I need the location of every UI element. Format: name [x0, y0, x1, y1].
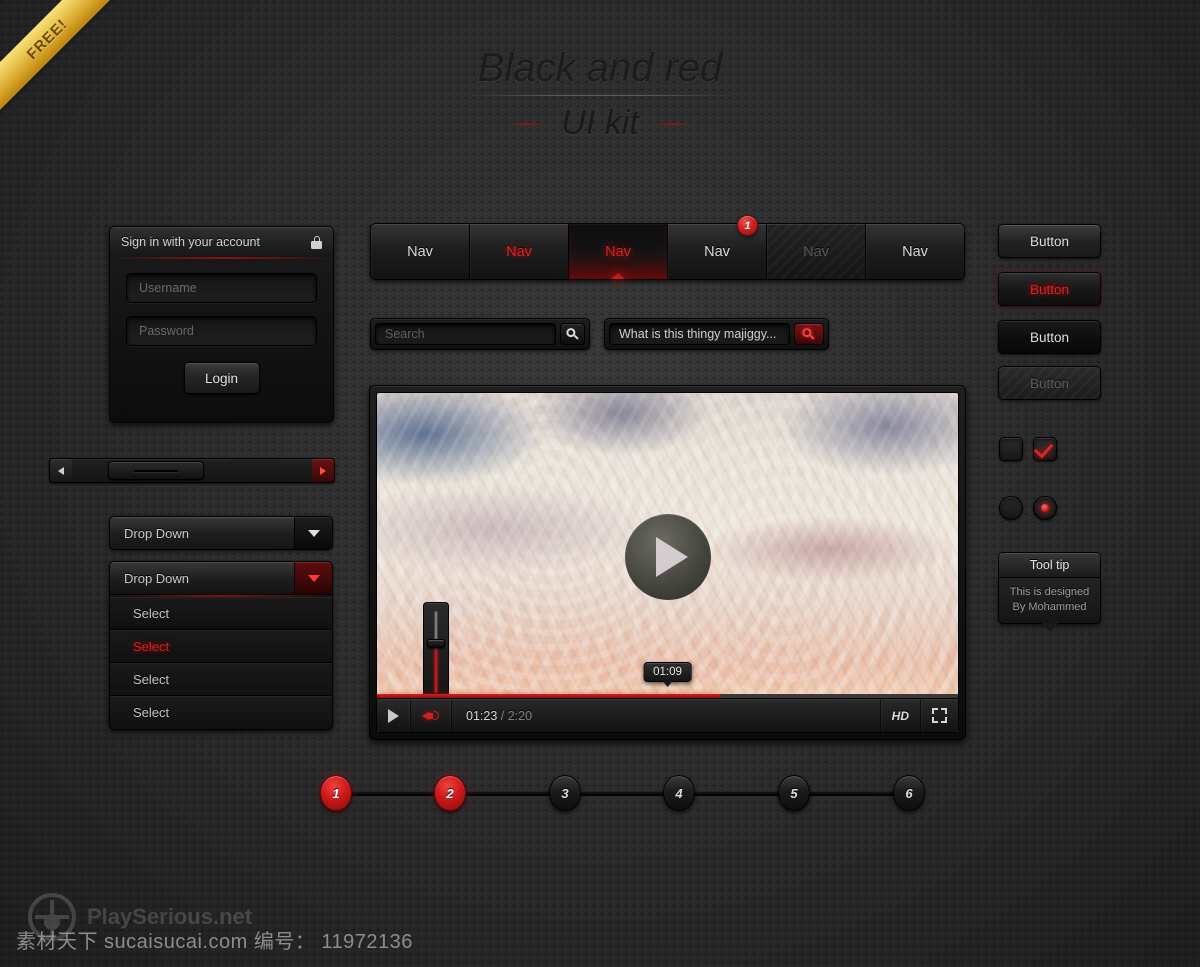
checkbox-unchecked[interactable]	[999, 437, 1023, 461]
search-icon	[563, 324, 583, 344]
button-normal[interactable]: Button	[998, 224, 1101, 258]
search-input[interactable]	[375, 323, 556, 345]
scrollbar-track[interactable]	[72, 459, 312, 482]
play-icon	[388, 708, 399, 723]
step-progress: 1 2 3 4 5 6	[320, 775, 925, 811]
search-input-filled[interactable]	[609, 323, 790, 345]
login-panel-header: Sign in with your account	[110, 227, 333, 259]
step-track	[338, 791, 907, 796]
volume-slider[interactable]	[423, 602, 449, 698]
button-disabled: Button	[998, 366, 1101, 400]
nav-tab-6[interactable]: Nav	[866, 224, 964, 279]
play-icon	[656, 537, 688, 578]
time-separator: /	[497, 708, 508, 723]
horizontal-scrollbar[interactable]	[49, 458, 335, 483]
player-control-bar: 01:23 / 2:20 HD	[377, 698, 958, 732]
search-icon	[799, 324, 819, 344]
radio-unselected[interactable]	[999, 496, 1023, 520]
search-button-active[interactable]	[794, 323, 824, 345]
tooltip-line-2: By Mohammed	[1012, 601, 1087, 613]
tooltip: Tool tip This is designed By Mohammed	[998, 552, 1101, 624]
title-divider	[465, 95, 735, 96]
dropdown-option-list: Select Select Select Select	[109, 595, 333, 730]
username-input[interactable]	[126, 273, 317, 303]
step-2[interactable]: 2	[434, 775, 466, 811]
step-1[interactable]: 1	[320, 775, 352, 811]
search-button[interactable]	[560, 323, 585, 345]
nav-badge: 1	[737, 215, 758, 236]
login-button[interactable]: Login	[183, 362, 260, 394]
scrollbar-left-button[interactable]	[50, 459, 72, 482]
nav-tab-bar: Nav Nav Nav Nav 1 Nav Nav	[370, 215, 965, 280]
radio-selected[interactable]	[1033, 496, 1057, 520]
scrollbar-right-button[interactable]	[312, 459, 334, 482]
nav-tab-2[interactable]: Nav	[470, 224, 569, 279]
radio-dot-icon	[1041, 504, 1049, 512]
list-item[interactable]: Select	[110, 630, 332, 663]
checkbox-checked[interactable]	[1033, 437, 1057, 461]
volume-track-filled	[434, 647, 438, 693]
step-5[interactable]: 5	[778, 775, 810, 811]
volume-slider-handle[interactable]	[427, 639, 445, 648]
volume-button[interactable]	[411, 699, 452, 732]
scrollbar-thumb[interactable]	[108, 461, 204, 480]
nav-tab-1[interactable]: Nav	[371, 224, 470, 279]
step-3[interactable]: 3	[549, 775, 581, 811]
nav-tab-4[interactable]: Nav 1	[668, 215, 767, 279]
title-main: Black and red	[477, 46, 723, 90]
tooltip-title: Tool tip	[998, 552, 1101, 578]
nav-tab-5-disabled: Nav	[767, 224, 866, 279]
password-input[interactable]	[126, 316, 317, 346]
search-box-filled	[604, 318, 829, 350]
nav-tab-3-active[interactable]: Nav	[569, 224, 668, 279]
button-red[interactable]: Button	[998, 272, 1101, 306]
dropdown-closed-toggle[interactable]	[294, 517, 332, 549]
title-dash-right	[656, 122, 689, 125]
button-dark[interactable]: Button	[998, 320, 1101, 354]
video-player: 01:09 01:23 / 2:20 HD	[369, 385, 966, 740]
dropdown-closed[interactable]: Drop Down	[109, 516, 333, 550]
seek-time-tooltip: 01:09	[643, 662, 692, 682]
step-6[interactable]: 6	[893, 775, 925, 811]
dropdown-open[interactable]: Drop Down	[109, 561, 333, 595]
lock-icon	[311, 235, 322, 249]
fullscreen-button[interactable]	[920, 699, 958, 732]
chevron-down-icon	[307, 574, 320, 582]
dropdown-open-label: Drop Down	[110, 562, 294, 594]
ui-kit-canvas: FREE! Black and red UI kit Sign in with …	[0, 0, 1200, 967]
tooltip-body: This is designed By Mohammed	[998, 578, 1101, 624]
watermark-text: 素材天下 sucaisucai.com 编号： 11972136	[16, 931, 413, 953]
play-button[interactable]	[377, 699, 411, 732]
list-item[interactable]: Select	[110, 663, 332, 696]
list-item[interactable]: Select	[110, 597, 332, 630]
nav-tab-4-label: Nav	[704, 243, 730, 260]
time-current: 01:23	[466, 708, 498, 723]
title-dash-left	[511, 122, 544, 125]
login-panel-title: Sign in with your account	[121, 235, 260, 249]
play-overlay-button[interactable]	[624, 514, 711, 601]
hd-label: HD	[891, 708, 909, 723]
search-box-default	[370, 318, 590, 350]
time-total: 2:20	[507, 708, 533, 723]
fullscreen-icon	[932, 708, 947, 723]
speaker-icon	[422, 709, 440, 723]
chevron-down-icon	[307, 529, 320, 537]
check-icon	[1033, 438, 1054, 459]
tooltip-line-1: This is designed	[1009, 586, 1090, 598]
hd-button[interactable]: HD	[879, 699, 920, 732]
chevron-left-icon	[58, 466, 64, 475]
dropdown-open-toggle[interactable]	[294, 562, 332, 594]
title-sub: UI kit	[561, 104, 639, 142]
step-4[interactable]: 4	[663, 775, 695, 811]
list-item[interactable]: Select	[110, 696, 332, 729]
time-display: 01:23 / 2:20	[452, 709, 880, 723]
chevron-right-icon	[320, 466, 326, 475]
login-panel: Sign in with your account Login	[109, 226, 334, 423]
dropdown-closed-label: Drop Down	[110, 517, 294, 549]
page-title: Black and red UI kit	[0, 46, 1200, 143]
